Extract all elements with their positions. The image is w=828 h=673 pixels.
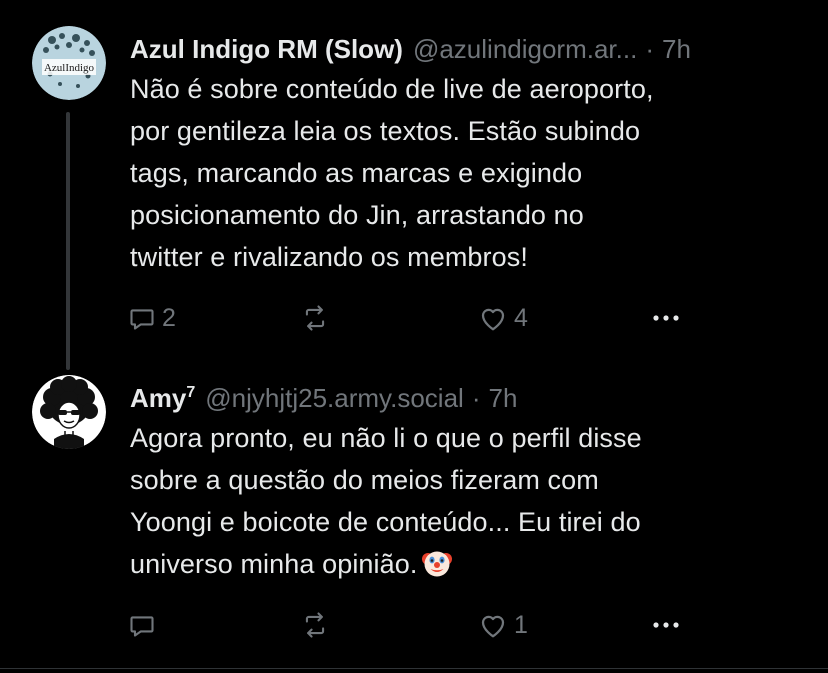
tweet-text-line-with-emoji: universo minha opinião. bbox=[130, 543, 810, 585]
tweet-text-line: twitter e rivalizando os membros! bbox=[130, 242, 528, 272]
like-count: 1 bbox=[514, 610, 528, 639]
more-button[interactable] bbox=[648, 298, 684, 338]
tweet-text: Não é sobre conteúdo de live de aeroport… bbox=[130, 68, 810, 278]
author-handle[interactable]: @azulindigorm.ar... bbox=[413, 32, 637, 66]
reply-button[interactable] bbox=[128, 605, 162, 645]
reply-count: 2 bbox=[162, 303, 176, 332]
avatar-logo-text: Azul bbox=[44, 62, 65, 74]
more-button[interactable] bbox=[648, 605, 684, 645]
author-name[interactable]: Azul Indigo RM (Slow) bbox=[130, 32, 403, 66]
avatar-logo-text: Indigo bbox=[65, 62, 94, 74]
separator-dot: · bbox=[471, 383, 481, 413]
tweet-text-line: Yoongi e boicote de conteúdo... Eu tirei… bbox=[130, 507, 641, 537]
avatar-image: AzulIndigo bbox=[32, 26, 106, 100]
tweet-header: Amy7 @njyhjtj25.army.social · 7h bbox=[130, 381, 814, 415]
tweet-text-line: Agora pronto, eu não li o que o perfil d… bbox=[130, 423, 642, 453]
reply-icon bbox=[130, 616, 154, 637]
avatar-image bbox=[32, 375, 106, 449]
svg-text:AzulIndigo: AzulIndigo bbox=[44, 62, 95, 74]
heart-icon bbox=[481, 308, 505, 331]
like-button[interactable]: 1 bbox=[478, 605, 528, 645]
separator-dot: · bbox=[645, 34, 655, 64]
timestamp[interactable]: 7h bbox=[662, 32, 691, 66]
tweet-text-line: Não é sobre conteúdo de live de aeroport… bbox=[130, 74, 654, 104]
timestamp[interactable]: 7h bbox=[489, 381, 518, 415]
retweet-button[interactable] bbox=[300, 605, 336, 645]
tweet-actions: 2 4 bbox=[128, 298, 708, 338]
reply-icon bbox=[130, 309, 154, 330]
retweet-icon bbox=[305, 612, 325, 638]
avatar[interactable]: AzulIndigo bbox=[32, 26, 106, 100]
tweet-actions: 1 bbox=[128, 605, 708, 645]
author-name-text: Amy bbox=[130, 383, 187, 413]
more-icon bbox=[653, 315, 679, 321]
author-name[interactable]: Amy7 bbox=[130, 381, 195, 420]
tweet-text-line: sobre a questão do meios fizeram com bbox=[130, 465, 599, 495]
retweet-icon bbox=[305, 305, 325, 331]
author-handle[interactable]: @njyhjtj25.army.social bbox=[205, 381, 464, 415]
thread-connector-line bbox=[66, 112, 70, 370]
reply-button[interactable]: 2 bbox=[128, 298, 176, 338]
heart-icon bbox=[481, 615, 505, 638]
tweet-text-line: tags, marcando as marcas e exigindo bbox=[130, 158, 583, 188]
tweet-text-line: posicionamento do Jin, arrastando no bbox=[130, 200, 584, 230]
tweet-text-line: universo minha opinião. bbox=[130, 549, 418, 579]
tweet-text: Agora pronto, eu não li o que o perfil d… bbox=[130, 417, 810, 585]
retweet-button[interactable] bbox=[300, 298, 336, 338]
more-icon bbox=[653, 622, 679, 628]
divider bbox=[0, 668, 828, 669]
clown-face-emoji bbox=[422, 551, 453, 577]
avatar[interactable] bbox=[32, 375, 106, 449]
tweet-header: Azul Indigo RM (Slow) @azulindigorm.ar..… bbox=[130, 32, 814, 66]
like-count: 4 bbox=[514, 303, 528, 332]
like-button[interactable]: 4 bbox=[478, 298, 528, 338]
tweet-text-line: por gentileza leia os textos. Estão subi… bbox=[130, 116, 641, 146]
author-name-superscript: 7 bbox=[186, 384, 196, 401]
